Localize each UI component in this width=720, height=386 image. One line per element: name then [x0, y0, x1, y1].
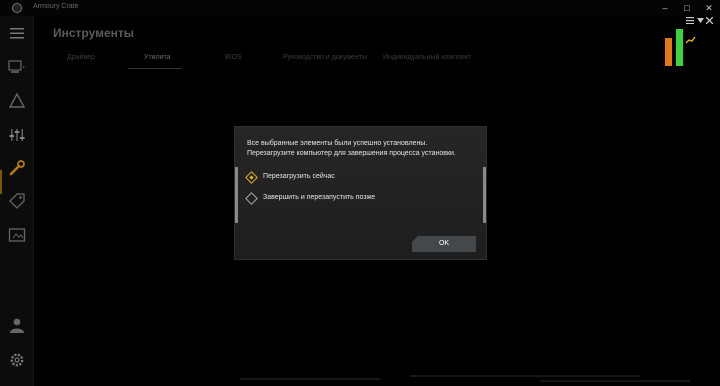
sliders-icon[interactable] — [8, 126, 26, 144]
collapse-icon[interactable] — [706, 17, 713, 24]
tab-manuals[interactable]: Руководство и документы — [283, 54, 367, 61]
page-title: Инструменты — [53, 26, 135, 40]
close-button[interactable]: ✕ — [699, 1, 719, 15]
tag-icon[interactable] — [8, 192, 26, 210]
dialog-message: Все выбранные элементы были успешно уста… — [247, 139, 456, 159]
maximize-button[interactable]: □ — [677, 1, 697, 15]
system-status-bars — [664, 28, 704, 66]
trend-icon — [686, 36, 696, 44]
radio-unchecked-icon[interactable] — [245, 192, 258, 205]
settings-icon[interactable] — [8, 351, 26, 369]
radio-checked-icon[interactable] — [245, 171, 258, 184]
ok-button[interactable]: OK — [412, 236, 476, 252]
media-icon[interactable] — [8, 226, 26, 244]
dialog-edge-right — [483, 167, 486, 223]
dialog-message-line-1: Все выбранные элементы были успешно уста… — [247, 140, 428, 147]
gpu-usage-bar — [676, 29, 683, 66]
device-icon[interactable] — [8, 58, 26, 76]
cpu-usage-bar — [665, 38, 672, 66]
tools-icon[interactable] — [8, 159, 26, 177]
restart-later-label[interactable]: Завершить и перезапустить позже — [263, 194, 375, 201]
tab-bios[interactable]: BIOS — [225, 54, 242, 61]
menu-icon[interactable] — [8, 24, 26, 42]
app-title: Armoury Crate — [33, 3, 79, 10]
aura-icon[interactable] — [8, 92, 26, 110]
restart-now-label[interactable]: Перезагрузить сейчас — [263, 173, 335, 180]
title-bar: Armoury Crate – □ ✕ — [0, 0, 720, 16]
tab-custom-kit[interactable]: Индивидуальный комплект — [383, 54, 471, 61]
sidebar-active-indicator — [0, 170, 2, 194]
dropdown-icon[interactable] — [697, 18, 704, 24]
active-tab-underline — [128, 68, 182, 69]
user-icon[interactable] — [8, 316, 26, 334]
tab-utility[interactable]: Утилита — [144, 54, 171, 61]
tab-driver[interactable]: Драйвер — [67, 54, 95, 61]
install-complete-dialog: Все выбранные элементы были успешно уста… — [234, 126, 487, 260]
sidebar — [0, 16, 34, 386]
dialog-message-line-2: Перезагрузите компьютер для завершения п… — [247, 150, 456, 157]
list-menu-icon[interactable] — [686, 17, 694, 24]
dialog-edge-left — [235, 167, 238, 223]
minimize-button[interactable]: – — [655, 1, 675, 15]
footer-decoration — [240, 375, 700, 385]
app-logo-icon — [12, 3, 22, 13]
